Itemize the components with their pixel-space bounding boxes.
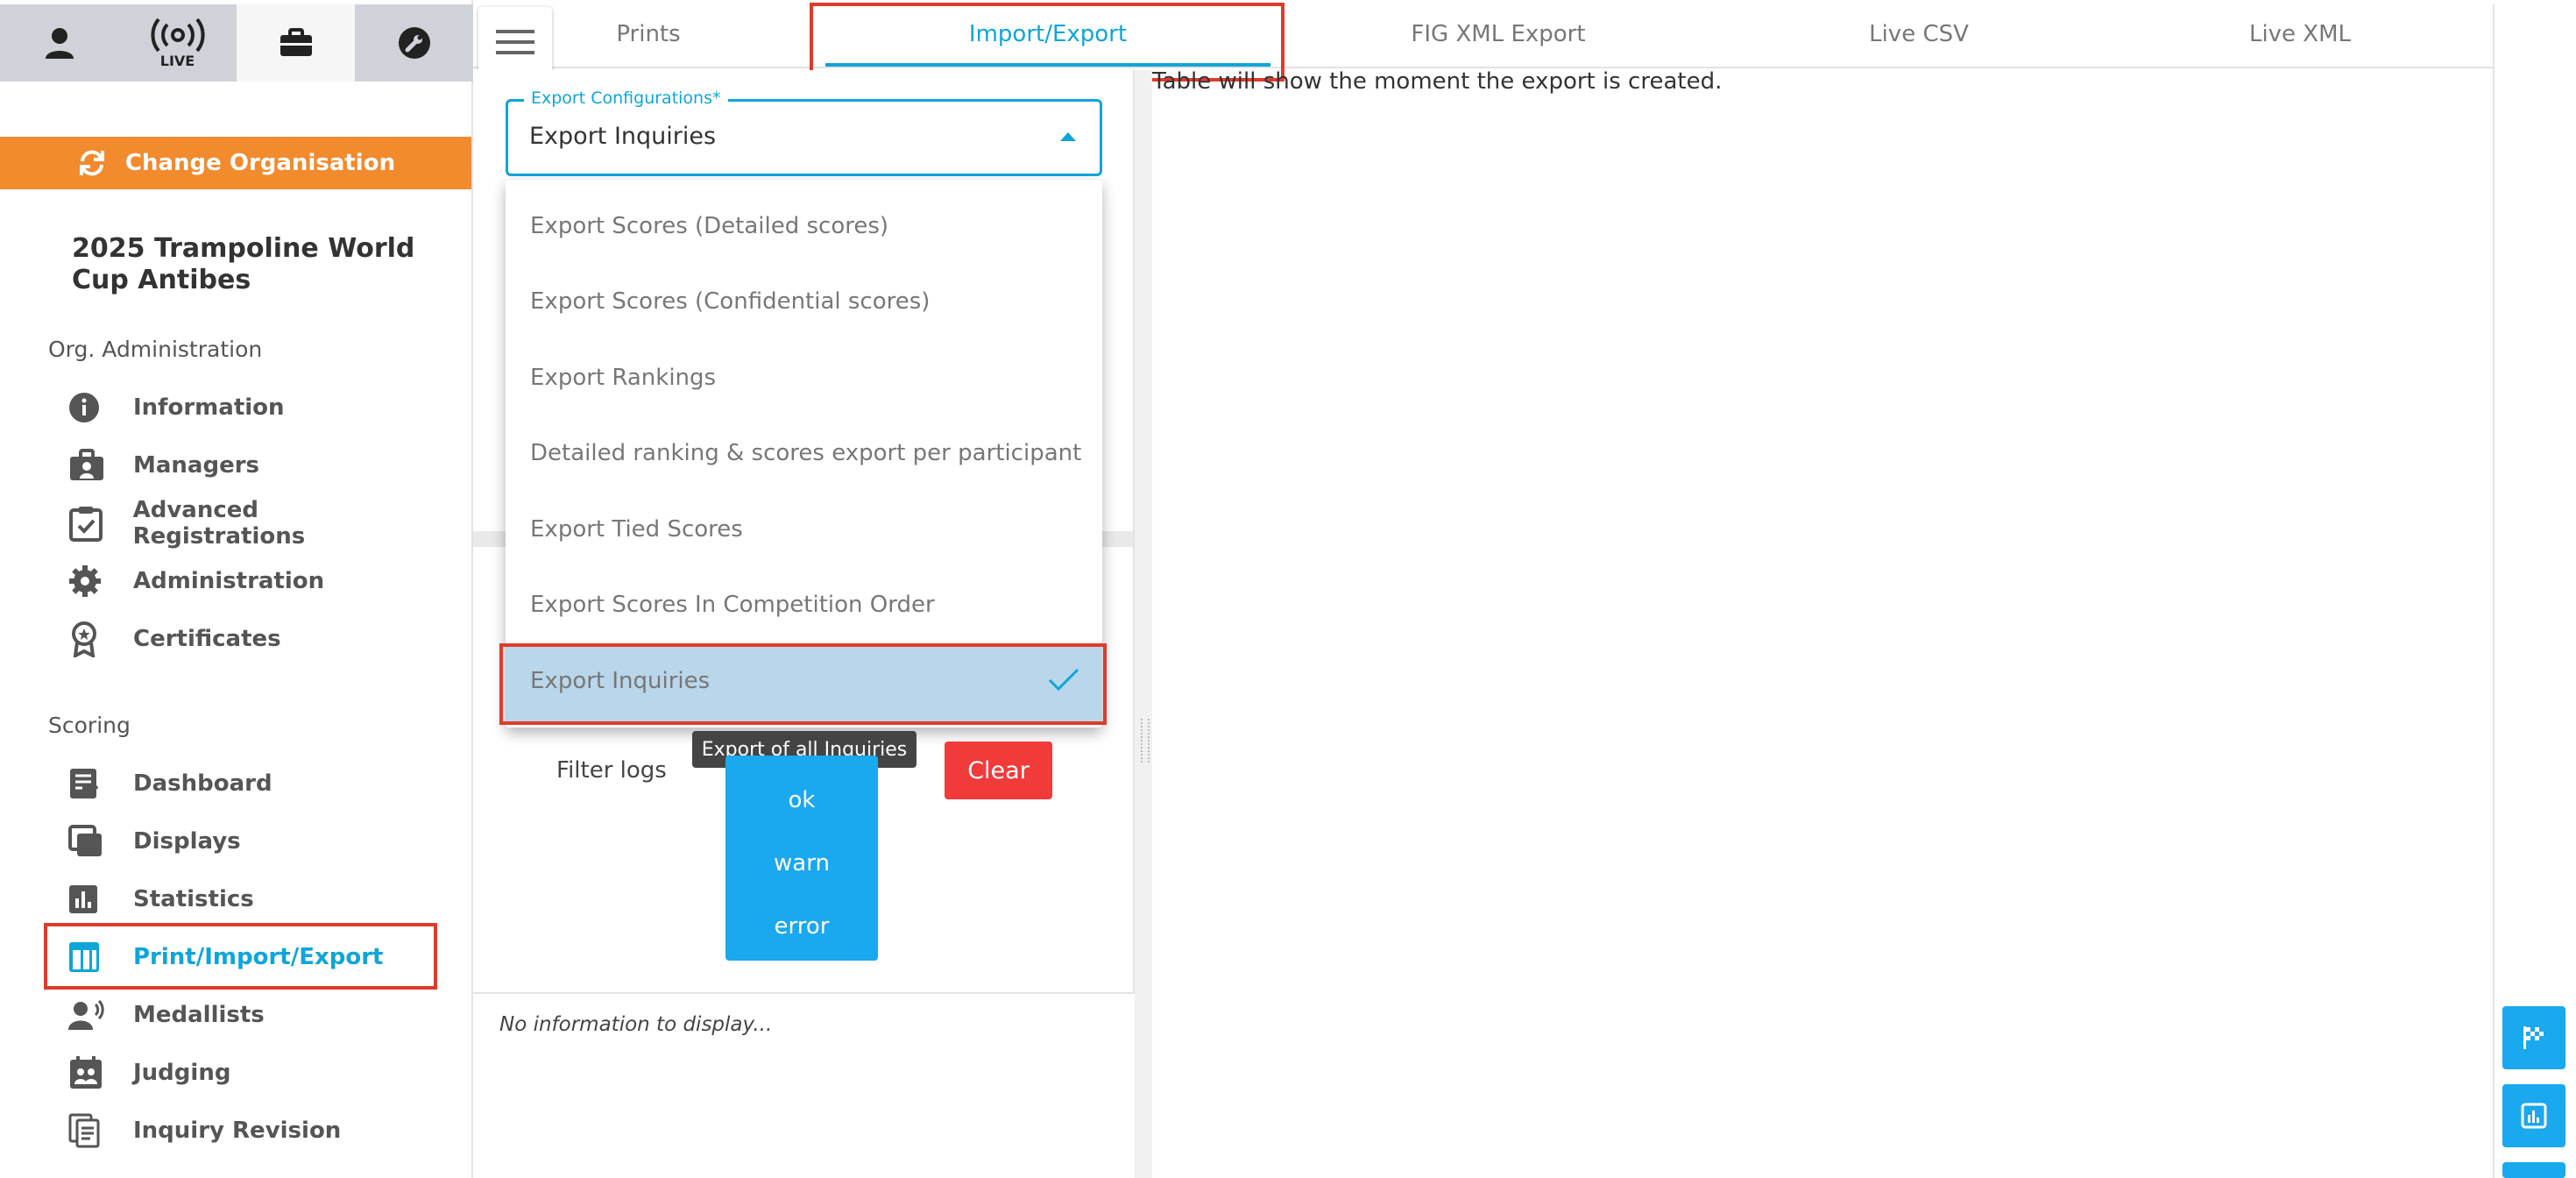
dropdown-option-confidential-scores[interactable]: Export Scores (Confidential scores) <box>530 288 930 315</box>
sidebar-item-label: Statistics <box>133 886 254 912</box>
user-profile-button[interactable] <box>0 4 118 82</box>
dropdown-option-ranking-per-participant[interactable]: Detailed ranking & scores export per par… <box>530 440 1081 466</box>
filter-logs-label: Filter logs <box>556 757 667 784</box>
sidebar-item-label: Displays <box>133 828 241 855</box>
sidebar-item-label: Information <box>133 394 285 421</box>
sidebar-item-label: Inquiry Revision <box>133 1118 342 1144</box>
section-title-org-administration: Org. Administration <box>48 337 263 362</box>
sidebar-item-advanced-registrations[interactable]: Advanced Registrations <box>68 497 436 550</box>
sidebar-item-statistics[interactable]: Statistics <box>68 875 436 924</box>
sidebar-item-label: Dashboard <box>133 770 272 797</box>
table-icon <box>69 942 99 972</box>
section-title-scoring: Scoring <box>48 713 131 738</box>
panel-resize-handle[interactable] <box>1133 70 1152 1178</box>
gear-icon <box>69 565 101 597</box>
bar-chart-icon <box>69 885 97 913</box>
sidebar-item-certificates[interactable]: Certificates <box>68 614 436 664</box>
active-tab-indicator <box>825 63 1270 67</box>
live-button[interactable]: LIVE <box>118 4 237 82</box>
sidebar-item-displays[interactable]: Displays <box>68 817 436 866</box>
sidebar-item-administration[interactable]: Administration <box>68 557 436 606</box>
dashboard-icon <box>70 769 99 798</box>
live-label: LIVE <box>159 52 195 69</box>
hamburger-icon <box>496 30 534 54</box>
menu-toggle-button[interactable] <box>478 7 552 77</box>
change-organisation-button[interactable]: Change Organisation <box>0 137 471 189</box>
wrench-icon <box>398 27 430 59</box>
sidebar-item-label: Certificates <box>133 626 281 652</box>
empty-log-message: No information to display... <box>499 1013 773 1036</box>
dropdown-option-rankings[interactable]: Export Rankings <box>530 365 716 391</box>
right-toolbar <box>2493 4 2576 1178</box>
log-level-error[interactable]: error <box>725 913 878 940</box>
user-icon <box>45 28 74 59</box>
calendar-people-icon <box>70 1056 102 1089</box>
tab-live-csv[interactable]: Live CSV <box>1787 0 2050 68</box>
sidebar-item-label: Judging <box>133 1060 231 1086</box>
sidebar-item-judging[interactable]: Judging <box>68 1048 436 1097</box>
export-table-placeholder: Table will show the moment the export is… <box>1152 68 1723 95</box>
sidebar-item-label: Medallists <box>133 1002 265 1028</box>
check-icon <box>1048 668 1079 692</box>
log-level-ok[interactable]: ok <box>725 787 878 813</box>
dropdown-option-inquiries[interactable]: Export Inquiries <box>530 668 710 694</box>
briefcase-icon <box>70 449 103 480</box>
caret-up-icon[interactable] <box>1060 132 1076 141</box>
export-configuration-value: Export Inquiries <box>529 123 717 150</box>
organisation-title: 2025 Trampoline World Cup Antibes <box>72 233 415 295</box>
sidebar-item-inquiry-revision[interactable]: Inquiry Revision <box>68 1106 436 1155</box>
sidebar-item-dashboard[interactable]: Dashboard <box>68 759 436 808</box>
toolbar-button-partial[interactable] <box>2502 1162 2565 1178</box>
sidebar-item-label: Administration <box>133 568 325 594</box>
tab-prints[interactable]: Prints <box>561 0 736 68</box>
checkered-flag-icon <box>2523 1026 2544 1049</box>
export-configuration-label: Export Configurations* <box>524 89 728 108</box>
documents-icon <box>68 1113 100 1148</box>
organisation-button[interactable] <box>237 4 355 82</box>
sidebar-item-print-import-export[interactable]: Print/Import/Export <box>68 933 436 982</box>
dropdown-option-competition-order[interactable]: Export Scores In Competition Order <box>530 592 935 618</box>
tab-fig-xml-export[interactable]: FIG XML Export <box>1349 0 1647 68</box>
sidebar-item-label: Managers <box>133 452 260 479</box>
dropdown-option-detailed-scores[interactable]: Export Scores (Detailed scores) <box>530 213 888 239</box>
statistics-button[interactable] <box>2502 1084 2565 1147</box>
clear-logs-button[interactable]: Clear <box>945 742 1052 799</box>
tools-button[interactable] <box>355 4 473 82</box>
sidebar-item-label: Print/Import/Export <box>133 944 384 970</box>
sidebar-item-managers[interactable]: Managers <box>68 441 436 490</box>
tab-import-export[interactable]: Import/Export <box>825 0 1270 68</box>
log-level-warn[interactable]: warn <box>725 850 878 876</box>
briefcase-icon <box>280 28 312 56</box>
sidebar-item-label: Advanced Registrations <box>132 497 306 550</box>
sidebar-item-information[interactable]: Information <box>68 383 436 432</box>
tab-live-xml[interactable]: Live XML <box>2164 0 2436 68</box>
bar-chart-icon <box>2521 1103 2547 1129</box>
sidebar-item-medallists[interactable]: Medallists <box>68 990 436 1040</box>
award-icon <box>72 621 96 657</box>
live-broadcast-icon <box>151 18 204 52</box>
flag-button[interactable] <box>2502 1006 2565 1069</box>
refresh-icon <box>79 150 104 176</box>
medallist-icon <box>68 999 104 1030</box>
displays-icon <box>68 825 102 856</box>
clipboard-check-icon <box>69 507 103 542</box>
change-organisation-label: Change Organisation <box>124 150 396 176</box>
info-icon <box>69 393 99 422</box>
dropdown-option-tied-scores[interactable]: Export Tied Scores <box>530 516 743 543</box>
